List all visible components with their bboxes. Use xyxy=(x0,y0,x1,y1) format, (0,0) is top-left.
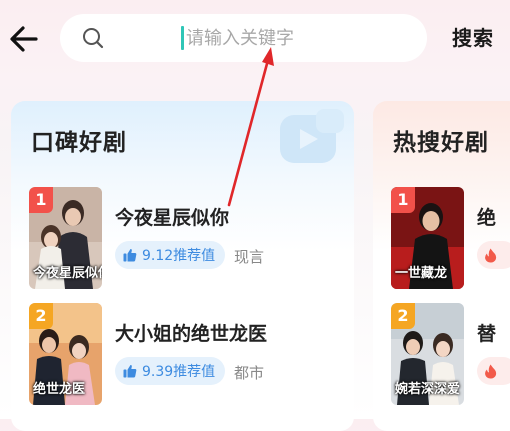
rank-badge: 1 xyxy=(391,187,415,213)
drama-cover[interactable]: 2 绝世龙医 xyxy=(29,303,102,405)
search-box[interactable] xyxy=(60,14,427,62)
drama-item[interactable]: 2 绝世龙医 大小姐的绝世龙医 9.39推荐值 都市 xyxy=(29,303,349,405)
trending-card: 热搜好剧 1 一世藏龙 绝 2 婉若深深爱 替 xyxy=(373,101,510,431)
score-text: 9.12推荐值 xyxy=(142,248,216,264)
cover-caption: 婉若深深爱 xyxy=(395,382,461,397)
word-of-mouth-card: 口碑好剧 1 今夜星辰似你 今夜星辰似你 xyxy=(11,101,354,431)
drama-item[interactable]: 2 婉若深深爱 替 xyxy=(391,303,510,405)
text-caret xyxy=(181,26,184,50)
search-input[interactable] xyxy=(186,14,411,62)
rank-badge: 2 xyxy=(391,303,415,329)
drama-title[interactable]: 大小姐的绝世龙医 xyxy=(115,319,267,346)
thumbs-up-icon xyxy=(123,248,137,262)
score-text: 9.39推荐值 xyxy=(142,364,216,380)
hot-badge xyxy=(477,357,510,385)
search-button[interactable]: 搜索 xyxy=(452,22,494,51)
flame-icon xyxy=(485,364,497,379)
cover-caption: 今夜星辰似你 xyxy=(33,266,102,281)
back-button[interactable] xyxy=(8,22,42,56)
arrow-left-icon xyxy=(10,26,38,52)
card-title: 热搜好剧 xyxy=(393,130,489,156)
cover-caption: 绝世龙医 xyxy=(33,382,86,397)
drama-title[interactable]: 今夜星辰似你 xyxy=(115,203,229,230)
drama-item[interactable]: 1 一世藏龙 绝 xyxy=(391,187,510,289)
drama-cover[interactable]: 1 今夜星辰似你 xyxy=(29,187,102,289)
score-badge: 9.39推荐值 xyxy=(115,357,226,385)
drama-title[interactable]: 绝 xyxy=(477,203,496,230)
hot-badge xyxy=(477,241,510,269)
card-title: 口碑好剧 xyxy=(31,130,127,156)
play-decoration-icon xyxy=(280,109,344,163)
search-icon xyxy=(83,28,104,49)
rank-badge: 2 xyxy=(29,303,53,329)
rank-badge: 1 xyxy=(29,187,53,213)
drama-cover[interactable]: 2 婉若深深爱 xyxy=(391,303,464,405)
flame-icon xyxy=(485,248,497,263)
drama-cover[interactable]: 1 一世藏龙 xyxy=(391,187,464,289)
score-badge: 9.12推荐值 xyxy=(115,241,226,269)
thumbs-up-icon xyxy=(123,364,137,378)
cover-caption: 一世藏龙 xyxy=(395,266,448,281)
drama-title[interactable]: 替 xyxy=(477,319,496,346)
drama-item[interactable]: 1 今夜星辰似你 今夜星辰似你 9.12推荐值 现言 xyxy=(29,187,349,289)
genre-tag: 现言 xyxy=(234,248,265,266)
genre-tag: 都市 xyxy=(234,364,265,382)
